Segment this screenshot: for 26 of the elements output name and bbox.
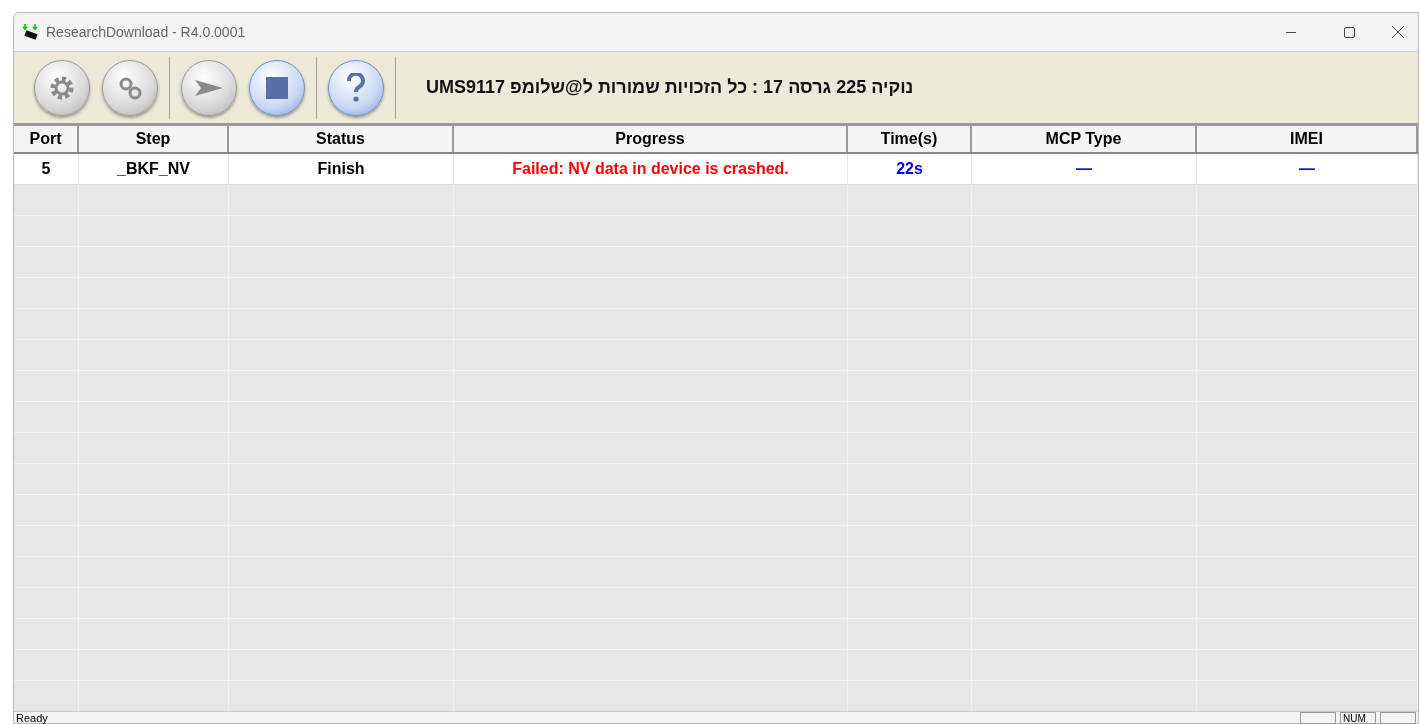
- column-header[interactable]: Progress: [454, 126, 848, 152]
- table-cell: Failed: NV data in device is crashed.: [454, 154, 848, 184]
- table-cell: Finish: [229, 154, 454, 184]
- app-icon: [22, 23, 40, 41]
- table-cell: _BKF_NV: [79, 154, 229, 184]
- toolbar-button[interactable]: [328, 59, 384, 116]
- stop-icon: [266, 76, 288, 99]
- status-pane: NUM: [1340, 712, 1376, 724]
- gear-icon: [49, 74, 75, 101]
- window-title: ResearchDownload - R4.0.0001: [46, 22, 246, 42]
- help-icon: [346, 72, 366, 103]
- banner-text: נוקיה 225 גרסה 17 : כל הזכויות שמורות ל@שלומפ UMS9117: [426, 76, 914, 99]
- column-header[interactable]: Time(s): [848, 126, 972, 152]
- column-header[interactable]: Status: [229, 126, 454, 152]
- column-header[interactable]: Step: [79, 126, 229, 152]
- column-header[interactable]: IMEI: [1197, 126, 1418, 152]
- table-cell: —: [972, 154, 1197, 184]
- toolbar-button[interactable]: [249, 59, 305, 116]
- table-cell: 5: [14, 154, 79, 184]
- arrow-icon: [195, 77, 223, 98]
- column-header[interactable]: MCP Type: [972, 126, 1197, 152]
- close-icon: [1392, 26, 1404, 38]
- status-text: Ready: [15, 712, 48, 724]
- table-cell: 22s: [848, 154, 972, 184]
- table-cell: —: [1197, 154, 1418, 184]
- column-header[interactable]: Port: [14, 126, 79, 152]
